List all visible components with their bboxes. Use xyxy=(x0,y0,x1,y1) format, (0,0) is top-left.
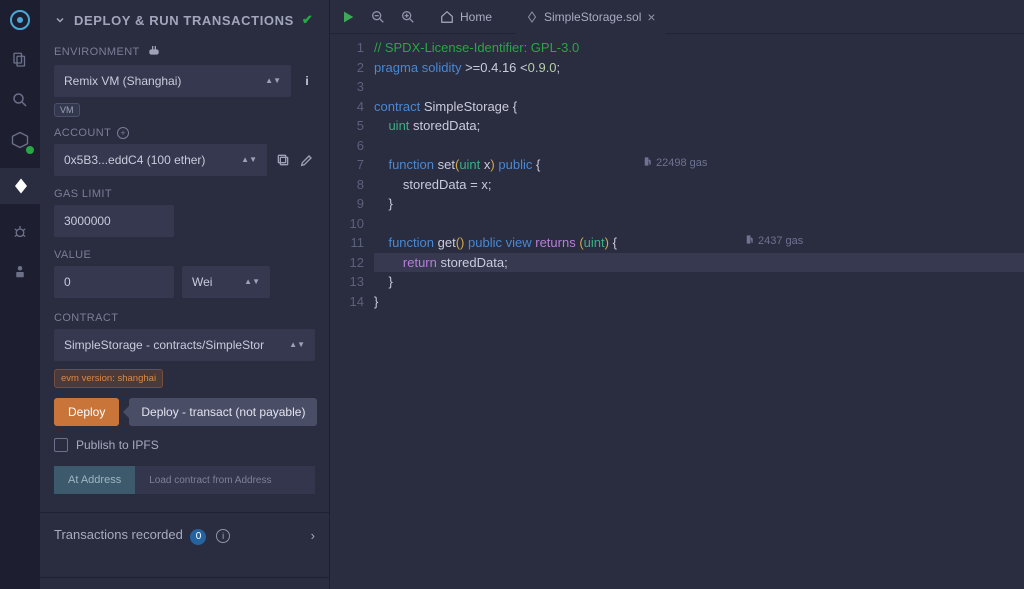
deploy-run-icon[interactable] xyxy=(0,168,40,204)
environment-select[interactable]: Remix VM (Shanghai) ▲▼ xyxy=(54,65,291,97)
account-select[interactable]: 0x5B3...eddC4 (100 ether) ▲▼ xyxy=(54,144,267,176)
copy-account-icon[interactable] xyxy=(275,152,291,168)
gas-limit-label: GAS LIMIT xyxy=(54,188,315,200)
at-address-button[interactable]: At Address xyxy=(54,466,135,494)
vertical-icon-bar xyxy=(0,0,40,589)
value-input[interactable] xyxy=(54,266,174,298)
edit-account-icon[interactable] xyxy=(299,152,315,168)
plugin-manager-icon[interactable] xyxy=(8,260,32,284)
info-icon[interactable]: i xyxy=(216,529,230,543)
env-info-icon[interactable]: i xyxy=(299,73,315,89)
editor-toolbar: Home SimpleStorage.sol × xyxy=(330,0,1024,34)
value-label: VALUE xyxy=(54,249,315,261)
contract-select[interactable]: SimpleStorage - contracts/SimpleStor ▲▼ xyxy=(54,329,315,361)
evm-version-pill: evm version: shanghai xyxy=(54,369,163,388)
compiler-icon[interactable] xyxy=(8,128,32,152)
environment-label: ENVIRONMENT xyxy=(54,44,315,60)
publish-ipfs-label: Publish to IPFS xyxy=(76,438,159,452)
add-account-icon[interactable]: + xyxy=(117,127,129,139)
tx-count-badge: 0 xyxy=(190,529,206,545)
load-address-input[interactable]: Load contract from Address xyxy=(135,466,315,494)
line-gutter: 1234567891011121314 xyxy=(330,34,374,589)
deploy-tooltip: Deploy - transact (not payable) xyxy=(129,398,317,426)
account-label: ACCOUNT + xyxy=(54,127,315,139)
tx-recorded-label: Transactions recorded xyxy=(54,527,183,542)
gas-estimate-set: 22498 gas xyxy=(642,155,707,173)
chevron-down-icon[interactable] xyxy=(54,14,66,26)
transactions-recorded-row[interactable]: Transactions recorded 0 i › xyxy=(54,513,315,559)
contract-label: CONTRACT xyxy=(54,312,315,324)
zoom-out-icon[interactable] xyxy=(370,9,386,25)
publish-ipfs-checkbox[interactable]: Publish to IPFS xyxy=(54,438,315,452)
panel-title: DEPLOY & RUN TRANSACTIONS xyxy=(74,13,294,28)
value-unit-select[interactable]: Wei ▲▼ xyxy=(182,266,270,298)
chevron-right-icon: › xyxy=(311,528,315,543)
run-icon[interactable] xyxy=(340,9,356,25)
panel-header: DEPLOY & RUN TRANSACTIONS ✔ xyxy=(40,0,329,38)
gas-limit-input[interactable] xyxy=(54,205,174,237)
home-icon xyxy=(440,10,454,24)
editor-area: Home SimpleStorage.sol × 123456789101112… xyxy=(330,0,1024,589)
deploy-button[interactable]: Deploy xyxy=(54,398,119,426)
gas-estimate-get: 2437 gas xyxy=(744,233,803,251)
code-editor[interactable]: 1234567891011121314 // SPDX-License-Iden… xyxy=(330,34,1024,589)
debugger-icon[interactable] xyxy=(8,220,32,244)
search-icon[interactable] xyxy=(8,88,32,112)
deploy-panel: DEPLOY & RUN TRANSACTIONS ✔ ENVIRONMENT … xyxy=(40,0,330,589)
remix-logo-icon[interactable] xyxy=(8,8,32,32)
solidity-file-icon xyxy=(526,11,538,23)
file-explorer-icon[interactable] xyxy=(8,48,32,72)
tab-home[interactable]: Home xyxy=(430,0,502,34)
tab-file-active[interactable]: SimpleStorage.sol × xyxy=(516,0,666,34)
close-tab-icon[interactable]: × xyxy=(647,9,655,25)
vm-pill: VM xyxy=(54,103,80,117)
env-plug-icon[interactable] xyxy=(146,44,162,60)
zoom-in-icon[interactable] xyxy=(400,9,416,25)
check-icon: ✔ xyxy=(302,12,314,28)
